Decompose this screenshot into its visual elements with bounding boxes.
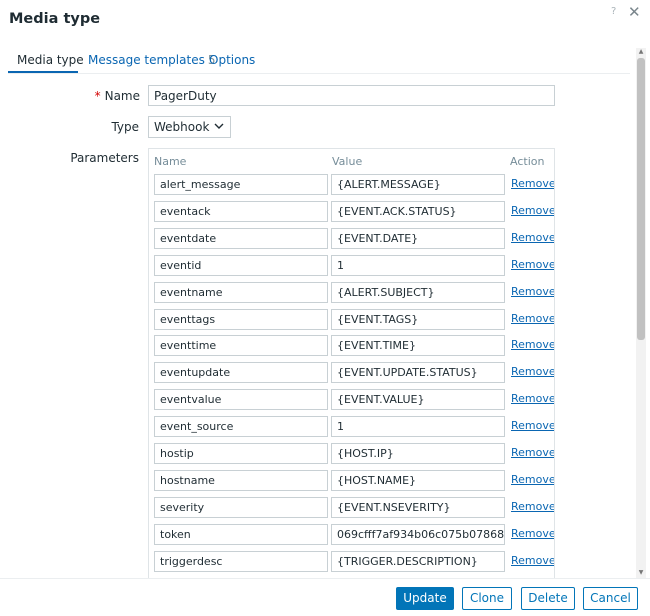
close-icon[interactable]: ✕	[628, 3, 641, 21]
scroll-up-arrow-icon[interactable]: ▲	[637, 48, 645, 56]
remove-link[interactable]: Remove	[511, 204, 554, 217]
tab-bar: Media type Message templates 5 Options	[0, 48, 630, 74]
column-header-action: Action	[510, 155, 545, 168]
required-mark: *	[94, 89, 101, 103]
tabs-divider	[8, 73, 630, 74]
tab-media-type-label: Media type	[17, 53, 84, 67]
table-row: hostip {HOST.IP} Remove	[149, 443, 554, 470]
remove-link[interactable]: Remove	[511, 258, 554, 271]
delete-button[interactable]: Delete	[521, 587, 575, 610]
table-row: hostname {HOST.NAME} Remove	[149, 469, 554, 497]
parameter-name-input[interactable]: triggerdesc	[154, 550, 328, 572]
remove-link[interactable]: Remove	[511, 473, 554, 486]
table-row: eventack {EVENT.ACK.STATUS} Remove	[149, 200, 554, 228]
parameter-value-input[interactable]: {EVENT.TIME}	[331, 335, 505, 357]
parameter-name-input[interactable]: eventdate	[154, 227, 328, 249]
type-select[interactable]: Webhook	[148, 116, 231, 138]
parameter-value-input[interactable]: {EVENT.DATE}	[331, 227, 505, 249]
parameter-name-input[interactable]: token	[154, 523, 328, 545]
parameters-label: Parameters	[70, 151, 139, 165]
remove-link[interactable]: Remove	[511, 312, 554, 325]
remove-link[interactable]: Remove	[511, 554, 554, 567]
type-label: Type	[111, 120, 139, 134]
scrollbar-thumb[interactable]	[637, 58, 645, 340]
type-select-value: Webhook	[154, 120, 210, 134]
remove-link[interactable]: Remove	[511, 446, 554, 459]
parameter-name-input[interactable]: event_source	[154, 416, 328, 438]
tab-options-label: Options	[209, 53, 256, 67]
table-row: eventid 1 Remove	[149, 254, 554, 282]
parameter-value-input[interactable]: {EVENT.NSEVERITY}	[331, 496, 505, 518]
parameter-value-input[interactable]: {HOST.NAME}	[331, 469, 505, 491]
cancel-button[interactable]: Cancel	[583, 587, 638, 610]
name-label: * Name	[10, 89, 140, 103]
remove-link[interactable]: Remove	[511, 177, 554, 190]
table-row: triggerdesc {TRIGGER.DESCRIPTION} Remove	[149, 550, 554, 578]
remove-link[interactable]: Remove	[511, 419, 554, 432]
remove-link[interactable]: Remove	[511, 285, 554, 298]
parameters-table: Name Value Action alert_message {ALERT.ME…	[148, 148, 555, 578]
tab-message-templates-label: Message templates	[88, 53, 205, 67]
name-label-text: Name	[104, 89, 140, 103]
parameter-name-input[interactable]: eventtime	[154, 335, 328, 357]
dialog-header: Media type ? ✕	[0, 0, 650, 40]
tab-message-templates[interactable]: Message templates 5	[88, 53, 215, 67]
parameter-name-input[interactable]: eventack	[154, 200, 328, 222]
table-row: eventvalue {EVENT.VALUE} Remove	[149, 389, 554, 416]
help-icon[interactable]: ?	[611, 6, 616, 17]
table-row: eventtime {EVENT.TIME} Remove	[149, 335, 554, 362]
parameter-value-input[interactable]: {EVENT.VALUE}	[331, 389, 505, 411]
update-button[interactable]: Update	[396, 587, 454, 610]
parameter-value-input[interactable]: {EVENT.ACK.STATUS}	[331, 200, 505, 222]
parameter-value-input[interactable]: 069cfff7af934b06c075b078683dea	[331, 523, 505, 545]
dialog-footer: Update Clone Delete Cancel	[0, 578, 650, 616]
parameter-value-input[interactable]: {ALERT.SUBJECT}	[331, 281, 505, 303]
parameter-value-input[interactable]: 1	[331, 254, 505, 276]
column-header-name: Name	[154, 155, 187, 168]
parameter-name-input[interactable]: eventname	[154, 281, 328, 303]
clone-button[interactable]: Clone	[462, 587, 512, 610]
remove-link[interactable]: Remove	[511, 231, 554, 244]
parameter-value-input[interactable]: 1	[331, 416, 505, 438]
table-row: alert_message {ALERT.MESSAGE} Remove	[149, 174, 554, 201]
chevron-down-icon	[214, 123, 224, 129]
table-row: eventdate {EVENT.DATE} Remove	[149, 227, 554, 255]
remove-link[interactable]: Remove	[511, 365, 554, 378]
table-row: severity {EVENT.NSEVERITY} Remove	[149, 496, 554, 524]
parameter-name-input[interactable]: hostname	[154, 469, 328, 491]
column-header-value: Value	[332, 155, 363, 168]
parameter-name-input[interactable]: eventtags	[154, 308, 328, 330]
parameter-name-input[interactable]: hostip	[154, 443, 328, 464]
parameter-name-input[interactable]: eventid	[154, 254, 328, 276]
tab-options[interactable]: Options	[209, 53, 255, 67]
table-row: eventupdate {EVENT.UPDATE.STATUS} Remove	[149, 362, 554, 389]
dialog-title: Media type	[9, 11, 101, 27]
parameter-value-input[interactable]: {ALERT.MESSAGE}	[331, 174, 505, 195]
table-row: eventname {ALERT.SUBJECT} Remove	[149, 281, 554, 309]
parameter-value-input[interactable]: {TRIGGER.DESCRIPTION}	[331, 550, 505, 572]
parameter-value-input[interactable]: {HOST.IP}	[331, 443, 505, 464]
parameter-value-input[interactable]: {EVENT.TAGS}	[331, 308, 505, 330]
parameter-name-input[interactable]: eventupdate	[154, 362, 328, 384]
parameter-name-input[interactable]: severity	[154, 496, 328, 518]
table-row: token069cfff7af934b06c075b078683dea Remov…	[149, 523, 554, 551]
remove-link[interactable]: Remove	[511, 392, 554, 405]
parameter-value-input[interactable]: {EVENT.UPDATE.STATUS}	[331, 362, 505, 384]
parameter-name-input[interactable]: eventvalue	[154, 389, 328, 411]
remove-link[interactable]: Remove	[511, 527, 554, 540]
remove-link[interactable]: Remove	[511, 338, 554, 351]
tab-media-type[interactable]: Media type	[17, 53, 84, 67]
scroll-down-arrow-icon[interactable]: ▼	[637, 569, 645, 577]
table-row: eventtags {EVENT.TAGS} Remove	[149, 308, 554, 336]
table-row: event_source 1 Remove	[149, 416, 554, 443]
name-input[interactable]	[148, 85, 555, 106]
parameter-name-input[interactable]: alert_message	[154, 174, 328, 195]
remove-link[interactable]: Remove	[511, 500, 554, 513]
